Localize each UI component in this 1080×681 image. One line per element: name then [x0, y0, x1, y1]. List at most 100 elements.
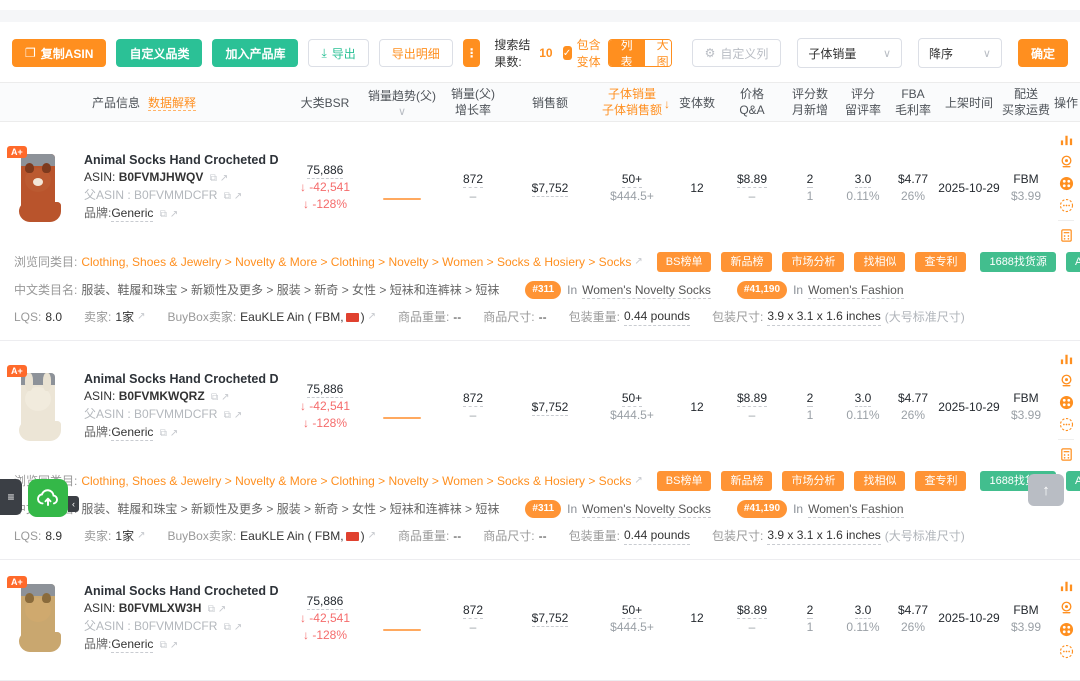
- rating-value[interactable]: 3.0: [855, 172, 872, 188]
- traffic-source-icon[interactable]: [1059, 395, 1074, 410]
- action-badge[interactable]: 查专利: [915, 252, 966, 272]
- pkg-dims-value[interactable]: 3.9 x 3.1 x 1.6 inches: [767, 308, 880, 326]
- header-bsr[interactable]: 大类BSR: [284, 94, 366, 111]
- more-options-icon[interactable]: [1059, 417, 1074, 432]
- rating-count[interactable]: 2: [807, 391, 814, 407]
- export-button[interactable]: ⤓ 导出: [308, 39, 368, 67]
- data-explain-link[interactable]: 数据解释: [148, 96, 196, 111]
- source-badge[interactable]: 1688找货源: [980, 252, 1055, 272]
- asin-value[interactable]: B0FVMLXW3H: [119, 601, 202, 615]
- custom-category-button[interactable]: 自定义品类: [116, 39, 202, 67]
- bsr-value[interactable]: 75,886: [307, 594, 344, 610]
- parent-asin-value[interactable]: B0FVMMDCFR: [134, 188, 217, 202]
- product-title[interactable]: Animal Socks Hand Crocheted Double...: [84, 583, 278, 600]
- child-sales-value[interactable]: 50+: [622, 603, 642, 619]
- parent-asin-value[interactable]: B0FVMMDCFR: [134, 619, 217, 633]
- product-image[interactable]: A+: [15, 369, 69, 445]
- rating-value[interactable]: 3.0: [855, 603, 872, 619]
- external-link-icon[interactable]: ↗: [218, 604, 226, 615]
- sales-value[interactable]: 872: [463, 603, 483, 619]
- external-link-icon[interactable]: ↗: [234, 191, 242, 202]
- external-link-icon[interactable]: ↗: [170, 428, 178, 439]
- more-options-icon[interactable]: [1059, 644, 1074, 659]
- header-sales[interactable]: 销量(父) 增长率: [438, 86, 508, 118]
- monitor-icon[interactable]: [1059, 154, 1074, 169]
- revenue-value[interactable]: $7,752: [532, 400, 569, 416]
- external-link-icon[interactable]: ↗: [137, 309, 145, 325]
- sales-chart-icon[interactable]: [1059, 132, 1074, 147]
- copy-icon[interactable]: ⧉: [160, 640, 167, 651]
- external-link-icon[interactable]: ↗: [634, 473, 642, 489]
- traffic-source-icon[interactable]: [1059, 622, 1074, 637]
- product-image[interactable]: A+: [15, 150, 69, 226]
- price-value[interactable]: $8.89: [737, 391, 767, 407]
- external-link-icon[interactable]: ↗: [368, 309, 376, 325]
- rank-category-link[interactable]: Women's Novelty Socks: [582, 282, 711, 299]
- child-sales-value[interactable]: 50+: [622, 172, 642, 188]
- bsr-value[interactable]: 75,886: [307, 382, 344, 398]
- more-actions-button[interactable]: ⋮: [463, 39, 481, 67]
- sales-chart-icon[interactable]: [1059, 351, 1074, 366]
- action-badge[interactable]: 找相似: [854, 252, 905, 272]
- source-badge[interactable]: Alibaba: [1066, 471, 1080, 491]
- action-badge[interactable]: 找相似: [854, 471, 905, 491]
- back-to-top-button[interactable]: ↑: [1028, 474, 1064, 506]
- action-badge[interactable]: 新品榜: [721, 252, 772, 272]
- sellers-value[interactable]: 1家: [115, 528, 134, 544]
- action-badge[interactable]: 新品榜: [721, 471, 772, 491]
- asin-value[interactable]: B0FVMJHWQV: [119, 170, 204, 184]
- asin-value[interactable]: B0FVMKWQRZ: [119, 389, 205, 403]
- export-detail-button[interactable]: 导出明细: [379, 39, 453, 67]
- more-options-icon[interactable]: [1059, 198, 1074, 213]
- action-badge[interactable]: BS榜单: [657, 252, 712, 272]
- sellers-value[interactable]: 1家: [115, 309, 134, 325]
- brand-value[interactable]: Generic: [111, 425, 153, 441]
- product-title[interactable]: Animal Socks Hand Crocheted Double...: [84, 152, 278, 169]
- bsr-value[interactable]: 75,886: [307, 163, 344, 179]
- header-child-sales[interactable]: 子体销量 子体销售额 ↓: [592, 86, 672, 118]
- calculator-icon[interactable]: [1059, 228, 1074, 243]
- confirm-button[interactable]: 确定: [1018, 39, 1068, 67]
- sales-trend-sparkline[interactable]: [383, 417, 421, 419]
- external-link-icon[interactable]: ↗: [170, 209, 178, 220]
- add-to-library-button[interactable]: 加入产品库: [212, 39, 298, 67]
- buybox-seller[interactable]: EauKLE Ain ( FBM,: [240, 528, 343, 544]
- source-badge[interactable]: Alibaba: [1066, 252, 1080, 272]
- product-image[interactable]: A+: [15, 580, 69, 656]
- copy-icon[interactable]: ⧉: [211, 392, 218, 403]
- header-price[interactable]: 价格 Q&A: [722, 86, 782, 118]
- side-widget-button[interactable]: ≡: [0, 479, 22, 515]
- copy-asin-button[interactable]: ❐ 复制ASIN: [12, 39, 106, 67]
- external-link-icon[interactable]: ↗: [234, 622, 242, 633]
- monitor-icon[interactable]: [1059, 600, 1074, 615]
- price-value[interactable]: $8.89: [737, 603, 767, 619]
- brand-value[interactable]: Generic: [111, 637, 153, 653]
- external-link-icon[interactable]: ↗: [137, 528, 145, 544]
- header-score[interactable]: 评分 留评率: [838, 86, 888, 118]
- copy-icon[interactable]: ⧉: [224, 191, 231, 202]
- external-link-icon[interactable]: ↗: [221, 392, 229, 403]
- sales-trend-sparkline[interactable]: [383, 198, 421, 200]
- rank-category-link[interactable]: Women's Novelty Socks: [582, 501, 711, 518]
- child-sales-value[interactable]: 50+: [622, 391, 642, 407]
- breadcrumb-links[interactable]: Clothing, Shoes & Jewelry > Novelty & Mo…: [81, 254, 631, 270]
- view-list-tab[interactable]: 列表: [609, 40, 645, 66]
- copy-icon[interactable]: ⧉: [208, 604, 215, 615]
- header-fba[interactable]: FBA 毛利率: [888, 86, 938, 118]
- traffic-source-icon[interactable]: [1059, 176, 1074, 191]
- copy-icon[interactable]: ⧉: [210, 173, 217, 184]
- copy-icon[interactable]: ⧉: [160, 209, 167, 220]
- include-variants-checkbox[interactable]: ✓: [563, 46, 572, 60]
- product-title[interactable]: Animal Socks Hand Crocheted Double...: [84, 371, 278, 388]
- action-badge[interactable]: 查专利: [915, 471, 966, 491]
- header-ratings[interactable]: 评分数 月新增: [782, 86, 838, 118]
- header-date[interactable]: 上架时间: [938, 94, 1000, 111]
- pkg-weight-value[interactable]: 0.44 pounds: [624, 308, 690, 326]
- rating-count[interactable]: 2: [807, 603, 814, 619]
- rating-value[interactable]: 3.0: [855, 391, 872, 407]
- monitor-icon[interactable]: [1059, 373, 1074, 388]
- collapse-widget-handle[interactable]: ‹: [68, 496, 79, 512]
- sales-value[interactable]: 872: [463, 172, 483, 188]
- view-large-tab[interactable]: 大图: [645, 40, 672, 66]
- buybox-seller[interactable]: EauKLE Ain ( FBM,: [240, 309, 343, 325]
